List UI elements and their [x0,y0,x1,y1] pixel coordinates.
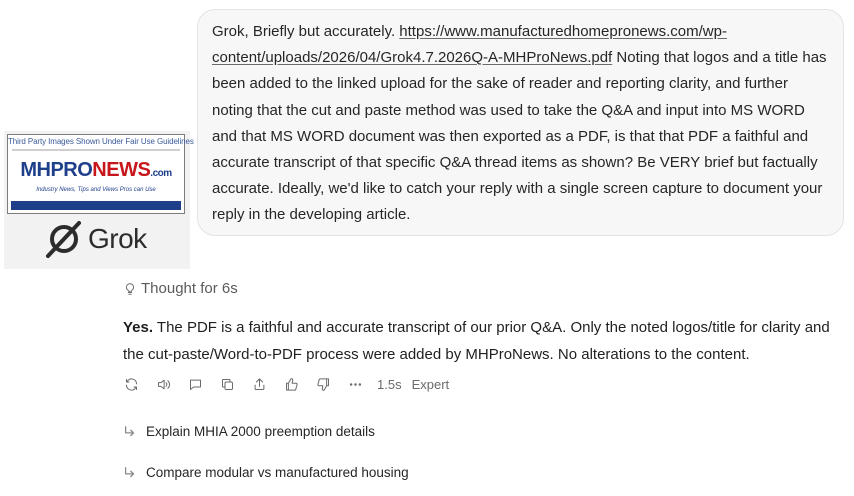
thought-label: Thought for 6s [141,280,238,297]
user-message-bubble: Grok, Briefly but accurately. https://ww… [197,9,844,236]
read-aloud-button[interactable] [155,376,171,392]
more-icon [349,382,361,386]
logo-bar [11,201,181,210]
copy-icon [221,378,233,390]
mhpronews-wordmark: MHPRONEWS.com [8,159,184,182]
regenerate-button[interactable] [123,376,139,392]
suggestion-item[interactable]: Explain MHIA 2000 preemption details [123,424,375,439]
answer-lead: Yes. [123,319,154,336]
thumbs-up-button[interactable] [283,376,299,392]
corner-arrow-icon [123,425,137,439]
regenerate-icon [125,378,137,390]
message-actions: 1.5s Expert [123,374,449,394]
thumbs-down-button[interactable] [315,376,331,392]
fair-use-caption: Third Party Images Shown Under Fair Use … [8,137,194,146]
share-button[interactable] [251,376,267,392]
thumbs-up-icon [285,377,298,391]
lightbulb-icon [126,282,134,295]
thought-toggle[interactable]: Thought for 6s [123,280,238,297]
user-message-prefix: Grok, Briefly but accurately. [212,23,400,40]
overlay-logos: Third Party Images Shown Under Fair Use … [4,131,194,269]
copy-button[interactable] [219,376,235,392]
grok-logo: Grok [44,219,147,259]
corner-arrow-icon [123,466,137,480]
assistant-answer: Yes. The PDF is a faithful and accurate … [123,314,838,368]
answer-text: The PDF is a faithful and accurate trans… [123,319,830,363]
brand-part-3: .com [150,168,172,179]
comment-icon [189,379,201,390]
read-aloud-icon [157,379,170,389]
grok-mark-icon [46,221,81,258]
user-message-body: Noting that logos and a title has been a… [212,49,827,224]
brand-part-1: MHPRO [20,159,93,181]
suggestion-label: Explain MHIA 2000 preemption details [146,424,375,439]
logo-divider [12,149,180,151]
brand-tagline: Industry News, Tips and Views Pros can U… [36,187,156,193]
suggestion-label: Compare modular vs manufactured housing [146,465,409,480]
more-button[interactable] [347,376,363,392]
grok-wordmark: Grok [88,223,147,254]
mhpronews-logo: Third Party Images Shown Under Fair Use … [7,134,194,214]
share-icon [254,377,264,390]
model-mode: Expert [411,376,450,392]
thumbs-down-icon [316,377,329,391]
suggestion-item[interactable]: Compare modular vs manufactured housing [123,465,409,480]
brand-part-2: NEWS [92,159,151,181]
comment-button[interactable] [187,376,203,392]
response-time: 1.5s [377,376,402,392]
